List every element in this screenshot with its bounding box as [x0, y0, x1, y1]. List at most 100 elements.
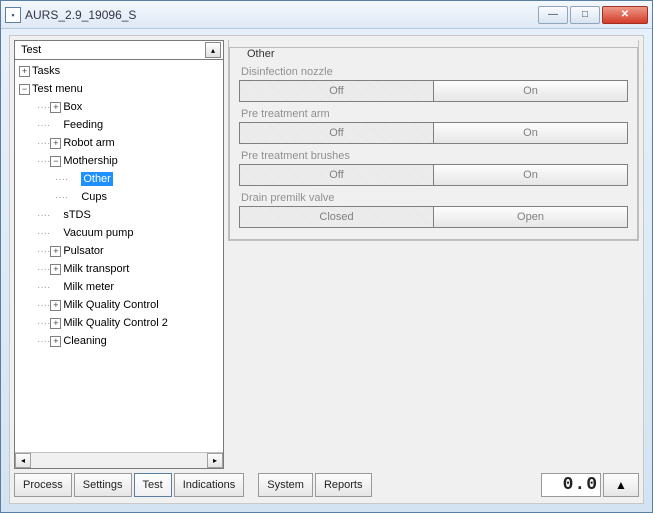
tree-dropdown[interactable]: Test ▴ [14, 40, 224, 60]
tree-item-robot-arm[interactable]: ····+ Robot arm [15, 134, 223, 152]
toggle-right-button[interactable]: Open [433, 206, 628, 228]
tree-connector-icon: ···· [37, 156, 50, 167]
toggle-left-button[interactable]: Closed [239, 206, 433, 228]
tree-connector-icon: ···· [37, 228, 50, 239]
tree-item-label: Pulsator [63, 245, 103, 257]
tree-item-feeding[interactable]: ···· Feeding [15, 116, 223, 134]
field-drain-premilk-valve: Drain premilk valve ClosedOpen [239, 192, 628, 228]
plus-icon[interactable]: + [19, 66, 30, 77]
toggle-right-button[interactable]: On [433, 122, 628, 144]
toggle-left-button[interactable]: Off [239, 122, 433, 144]
tree-item-label: Feeding [63, 119, 103, 131]
tree-item-milk-meter[interactable]: ···· Milk meter [15, 278, 223, 296]
tab-system[interactable]: System [258, 473, 313, 497]
tree-item-label: sTDS [63, 209, 91, 221]
tree-item-label: Mothership [63, 155, 117, 167]
field-pre-treatment-brushes: Pre treatment brushes OffOn [239, 150, 628, 186]
tree-item-label: Vacuum pump [63, 227, 133, 239]
tree-connector-icon: ···· [37, 300, 50, 311]
tab-test[interactable]: Test [134, 473, 172, 497]
minus-icon[interactable]: − [19, 84, 30, 95]
tree-item-pulsator[interactable]: ····+ Pulsator [15, 242, 223, 260]
maximize-button[interactable]: □ [570, 6, 600, 24]
tree-connector-icon: ···· [37, 318, 50, 329]
toggle-row: ClosedOpen [239, 206, 628, 228]
client-area: Test ▴ + Tasks− Test menu····+ Box···· F… [9, 35, 644, 504]
digital-readout: 0.0 [541, 473, 601, 497]
tree-item-cups[interactable]: ···· Cups [15, 188, 223, 206]
tree-panel: Test ▴ + Tasks− Test menu····+ Box···· F… [14, 40, 224, 469]
field-disinfection-nozzle: Disinfection nozzle OffOn [239, 66, 628, 102]
app-icon: ▪ [5, 7, 21, 23]
tree-connector-icon: ···· [37, 336, 50, 347]
tree-h-scrollbar[interactable]: ◂ ▸ [15, 452, 223, 468]
tree-dropdown-label: Test [21, 44, 41, 56]
tree-item-label: Milk Quality Control [63, 299, 158, 311]
tree-item-label: Other [83, 173, 111, 185]
tree-connector-icon: ···· [37, 264, 50, 275]
tree-item-other[interactable]: ···· Other [15, 170, 223, 188]
toggle-right-button[interactable]: On [433, 164, 628, 186]
tree-item-label: Box [63, 101, 82, 113]
toggle-right-button[interactable]: On [433, 80, 628, 102]
tree-item-box[interactable]: ····+ Box [15, 98, 223, 116]
bottom-bar: ProcessSettingsTestIndications SystemRepo… [14, 471, 639, 499]
window-title: AURS_2.9_19096_S [25, 8, 538, 22]
plus-icon[interactable]: + [50, 318, 61, 329]
minus-icon[interactable]: − [50, 156, 61, 167]
tree-item-label: Milk Quality Control 2 [63, 317, 168, 329]
triangle-up-icon: ▲ [615, 478, 627, 492]
field-label: Disinfection nozzle [241, 66, 628, 78]
tab-process[interactable]: Process [14, 473, 72, 497]
tree-item-milk-quality-control[interactable]: ····+ Milk Quality Control [15, 296, 223, 314]
tree-item-stds[interactable]: ···· sTDS [15, 206, 223, 224]
tree-connector-icon: ···· [55, 192, 68, 203]
tab-reports[interactable]: Reports [315, 473, 372, 497]
tree-item-label: Test menu [32, 83, 83, 95]
tree-connector-icon: ···· [37, 102, 50, 113]
titlebar: ▪ AURS_2.9_19096_S — □ ✕ [1, 1, 652, 29]
content-panel: Other Disinfection nozzleOffOnPre treatm… [228, 40, 639, 469]
tab-indications[interactable]: Indications [174, 473, 245, 497]
tree-item-label: Tasks [32, 65, 60, 77]
tree-item-test-menu[interactable]: − Test menu [15, 80, 223, 98]
group-title: Other [243, 48, 279, 60]
triangle-button[interactable]: ▲ [603, 473, 639, 497]
close-button[interactable]: ✕ [602, 6, 648, 24]
toggle-left-button[interactable]: Off [239, 164, 433, 186]
tree-connector-icon: ···· [37, 210, 50, 221]
tree-item-milk-quality-control-2[interactable]: ····+ Milk Quality Control 2 [15, 314, 223, 332]
tree-connector-icon: ···· [55, 174, 68, 185]
scroll-left-button[interactable]: ◂ [15, 453, 31, 468]
toggle-row: OffOn [239, 164, 628, 186]
tree-connector-icon: ···· [37, 120, 50, 131]
tree-item-mothership[interactable]: ····− Mothership [15, 152, 223, 170]
toggle-left-button[interactable]: Off [239, 80, 433, 102]
plus-icon[interactable]: + [50, 264, 61, 275]
tree-view[interactable]: + Tasks− Test menu····+ Box···· Feeding·… [14, 60, 224, 469]
field-label: Drain premilk valve [241, 192, 628, 204]
tree-item-vacuum-pump[interactable]: ···· Vacuum pump [15, 224, 223, 242]
app-window: ▪ AURS_2.9_19096_S — □ ✕ Test ▴ + Tasks−… [0, 0, 653, 513]
tree-item-label: Cleaning [63, 335, 106, 347]
scroll-right-button[interactable]: ▸ [207, 453, 223, 468]
toggle-row: OffOn [239, 122, 628, 144]
tree-item-cleaning[interactable]: ····+ Cleaning [15, 332, 223, 350]
field-label: Pre treatment arm [241, 108, 628, 120]
tree-item-milk-transport[interactable]: ····+ Milk transport [15, 260, 223, 278]
plus-icon[interactable]: + [50, 300, 61, 311]
tree-item-tasks[interactable]: + Tasks [15, 62, 223, 80]
field-label: Pre treatment brushes [241, 150, 628, 162]
tree-connector-icon: ···· [37, 138, 50, 149]
tree-item-label: Milk meter [63, 281, 114, 293]
plus-icon[interactable]: + [50, 138, 61, 149]
tab-settings[interactable]: Settings [74, 473, 132, 497]
field-pre-treatment-arm: Pre treatment arm OffOn [239, 108, 628, 144]
main-row: Test ▴ + Tasks− Test menu····+ Box···· F… [14, 40, 639, 469]
tree-item-label: Cups [81, 191, 107, 203]
plus-icon[interactable]: + [50, 336, 61, 347]
plus-icon[interactable]: + [50, 246, 61, 257]
minimize-button[interactable]: — [538, 6, 568, 24]
plus-icon[interactable]: + [50, 102, 61, 113]
group-other: Other Disinfection nozzleOffOnPre treatm… [228, 40, 639, 241]
